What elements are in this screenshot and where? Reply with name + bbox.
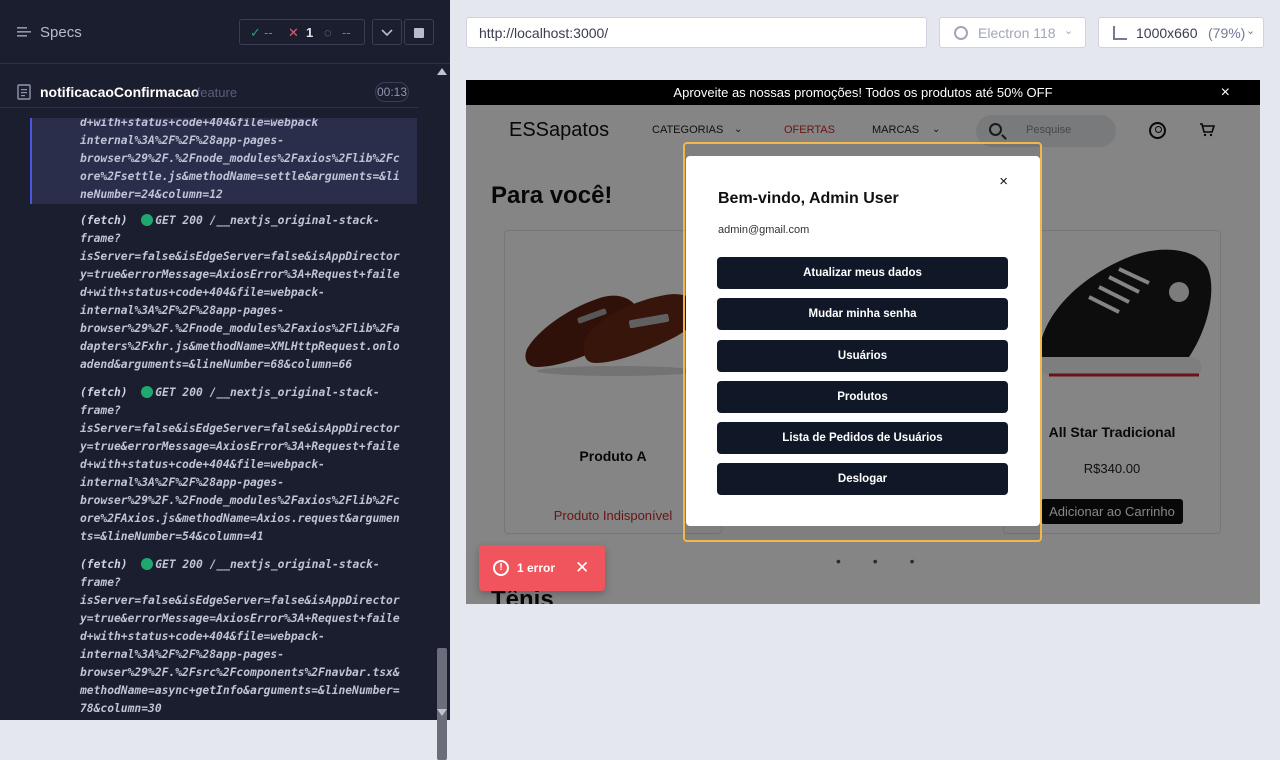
status-dot-icon [141, 558, 154, 570]
log-line: d+with+status+code+404&file=webpack- [80, 286, 325, 299]
log-line: d+with+status+code+404&file=webpack- [80, 630, 325, 643]
user-orders-button[interactable]: Lista de Pedidos de Usuários [717, 422, 1008, 454]
pending-spinner-icon: ◌ [324, 25, 332, 40]
failed-count: 1 [306, 25, 314, 40]
products-button[interactable]: Produtos [717, 381, 1008, 413]
user-menu-modal: × Bem-vindo, Admin User admin@gmail.com … [686, 156, 1040, 526]
log-line: d+with+status+code+404&file=webpack [80, 118, 319, 129]
log-line: isServer=false&isEdgeServer=false&isAppD… [80, 422, 400, 435]
spec-extension: .feature [193, 85, 238, 100]
chevron-down-icon: ⌄ [1064, 25, 1074, 37]
close-icon[interactable]: × [1221, 80, 1230, 105]
log-line: ts=&lineNumber=54&column=41 [80, 530, 264, 543]
log-line: frame? [80, 404, 121, 417]
log-method: GET 200 /__nextjs_original-stack- [155, 214, 380, 227]
error-count: 1 error [517, 561, 556, 575]
spec-duration: 00:13 [375, 82, 409, 102]
chevron-down-icon: ⌄ [1246, 25, 1256, 37]
change-password-button[interactable]: Mudar minha senha [717, 298, 1008, 330]
log-line: frame? [80, 576, 121, 589]
pending-count: -- [342, 25, 351, 40]
spec-file-row[interactable]: notificacaoConfirmacao .feature 00:13 [0, 76, 418, 108]
modal-title: Bem-vindo, Admin User [718, 190, 899, 207]
log-entry[interactable]: (fetch) GET 200 /__nextjs_original-stack… [80, 212, 414, 374]
error-toast[interactable]: ! 1 error ✕ [479, 545, 605, 591]
log-line: internal%3A%2F%2F%28app-pages- [80, 304, 285, 317]
collapse-button[interactable] [372, 19, 402, 45]
promo-banner: Aproveite as nossas promoções! Todos os … [466, 80, 1260, 105]
close-icon[interactable]: ✕ [575, 558, 589, 578]
promo-text: Aproveite as nossas promoções! Todos os … [673, 85, 1053, 100]
stop-button[interactable] [404, 19, 434, 45]
status-dot-icon [141, 386, 154, 398]
log-line: y=true&errorMessage=AxiosError%3A+Reques… [80, 612, 400, 625]
log-line: browser%29%2F.%2Fsrc%2Fcomponents%2Fnavb… [80, 666, 400, 679]
browser-name: Electron 118 [978, 25, 1056, 41]
log-line: d+with+status+code+404&file=webpack- [80, 458, 325, 471]
spec-name: notificacaoConfirmacao [40, 84, 200, 100]
log-prefix: (fetch) [80, 214, 142, 227]
close-icon[interactable]: × [999, 173, 1008, 190]
log-line: adend&arguments=&lineNumber=68&column=66 [80, 358, 353, 371]
log-line: 78&column=30 [80, 702, 162, 715]
log-line: frame? [80, 232, 121, 245]
viewport-icon [1113, 26, 1127, 40]
viewport-size: 1000x660 [1136, 25, 1198, 41]
specs-header: Specs ✓ -- ✕ 1 ◌ -- [0, 0, 450, 64]
viewport-selector[interactable]: 1000x660 (79%) ⌄ [1098, 17, 1264, 48]
log-line: y=true&errorMessage=AxiosError%3A+Reques… [80, 440, 400, 453]
scroll-up-icon[interactable] [437, 68, 447, 75]
test-stats: ✓ -- ✕ 1 ◌ -- [239, 19, 365, 45]
log-line: browser%29%2F.%2Fnode_modules%2Faxios%2F… [80, 494, 400, 507]
log-line: internal%3A%2F%2F%28app-pages- [80, 476, 285, 489]
log-method: GET 200 /__nextjs_original-stack- [155, 386, 380, 399]
log-line: browser%29%2F.%2Fnode_modules%2Faxios%2F… [80, 152, 400, 165]
log-prefix: (fetch) [80, 386, 142, 399]
browser-selector[interactable]: Electron 118 ⌄ [939, 17, 1086, 48]
url-bar[interactable]: http://localhost:3000/ [466, 17, 927, 48]
log-line: ore%2Fsettle.js&methodName=settle&argume… [80, 170, 400, 183]
log-line: y=true&errorMessage=AxiosError%3A+Reques… [80, 268, 400, 281]
log-line: dapters%2Fxhr.js&methodName=XMLHttpReque… [80, 340, 400, 353]
log-prefix: (fetch) [80, 558, 142, 571]
document-icon [17, 84, 31, 100]
chevron-down-icon [381, 29, 393, 37]
log-line: methodName=async+getInfo&arguments=&line… [80, 684, 400, 697]
log-line: isServer=false&isEdgeServer=false&isAppD… [80, 250, 400, 263]
scroll-down-icon[interactable] [437, 709, 447, 716]
user-email: admin@gmail.com [718, 224, 810, 236]
log-entry[interactable]: (fetch) GET 200 /__nextjs_original-stack… [80, 384, 414, 546]
alert-icon: ! [493, 560, 509, 576]
log-line: internal%3A%2F%2F%28app-pages- [80, 648, 285, 661]
scrollbar-thumb[interactable] [437, 648, 447, 760]
log-line: internal%3A%2F%2F%28app-pages- [80, 134, 285, 147]
update-data-button[interactable]: Atualizar meus dados [717, 257, 1008, 289]
log-line: neNumber=24&column=12 [80, 188, 223, 201]
specs-label[interactable]: Specs [40, 24, 82, 41]
logout-button[interactable]: Deslogar [717, 463, 1008, 495]
log-line: isServer=false&isEdgeServer=false&isAppD… [80, 594, 400, 607]
viewport-zoom: (79%) [1208, 25, 1246, 41]
command-log: d+with+status+code+404&file=webpack inter… [0, 118, 432, 720]
command-log-scrollbar[interactable] [433, 64, 450, 760]
electron-icon [954, 26, 968, 40]
cypress-runner-panel: Specs ✓ -- ✕ 1 ◌ -- notificacaoConfirmac… [0, 0, 450, 760]
passed-check-icon: ✓ [250, 25, 261, 40]
log-method: GET 200 /__nextjs_original-stack- [155, 558, 380, 571]
users-button[interactable]: Usuários [717, 340, 1008, 372]
log-line: browser%29%2F.%2Fnode_modules%2Faxios%2F… [80, 322, 400, 335]
specs-list-icon[interactable] [16, 24, 32, 40]
passed-count: -- [264, 25, 273, 40]
log-entry[interactable]: d+with+status+code+404&file=webpack inter… [80, 118, 414, 204]
log-line: ore%2FAxios.js&methodName=Axios.request&… [80, 512, 400, 525]
log-entry[interactable]: (fetch) GET 200 /__nextjs_original-stack… [80, 556, 414, 718]
failed-x-icon: ✕ [288, 25, 299, 40]
status-dot-icon [141, 214, 154, 226]
